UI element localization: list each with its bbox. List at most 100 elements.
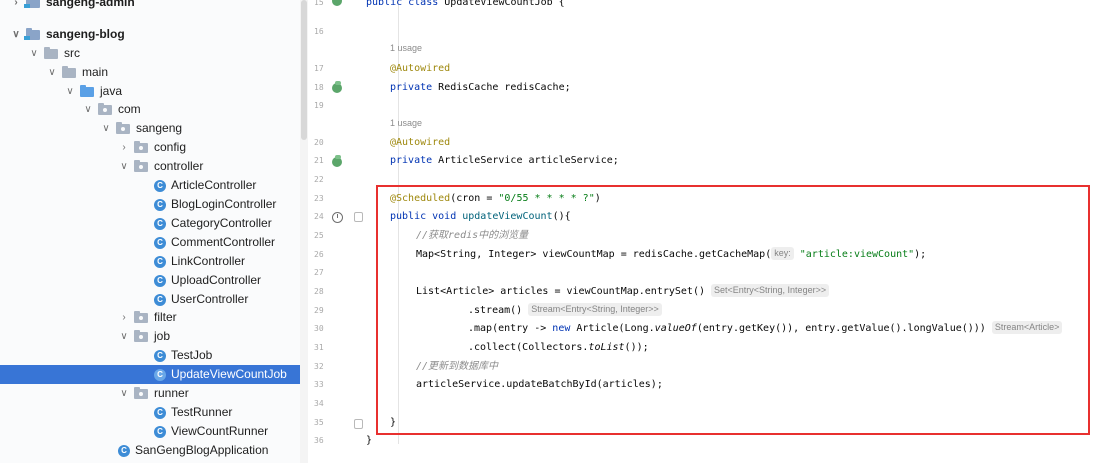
chevron-down-icon[interactable]: ∨ (100, 119, 112, 138)
package-icon (134, 160, 148, 172)
tree-item-usercontroller[interactable]: C UserController (0, 290, 300, 309)
line-number: 23 (314, 194, 324, 203)
tree-item-viewcountrunner[interactable]: C ViewCountRunner (0, 422, 300, 441)
line-number: 20 (314, 138, 324, 147)
code-text: ) (594, 193, 601, 204)
package-icon (98, 103, 112, 115)
tree-item-label: UserController (171, 292, 249, 306)
chevron-down-icon[interactable]: ∨ (46, 63, 58, 82)
tree-item-label: TestRunner (171, 405, 233, 419)
tree-item-sangeng-blog[interactable]: ∨ sangeng-blog (0, 25, 300, 44)
tree-item-src[interactable]: ∨ src (0, 44, 300, 63)
tree-item-filter[interactable]: › filter (0, 308, 300, 327)
tree-item-uploadcontroller[interactable]: C UploadController (0, 271, 300, 290)
class-icon: C (154, 199, 166, 211)
fold-toggle-icon[interactable] (354, 419, 363, 429)
code-text: List<Article> articles = viewCountMap.en… (416, 286, 705, 297)
package-icon (134, 311, 148, 323)
code-line-28[interactable]: List<Article> articles = viewCountMap.en… (416, 283, 830, 301)
chevron-right-icon[interactable]: › (118, 138, 130, 157)
code-text: ()); (624, 342, 649, 353)
tree-item-sangeng-admin[interactable]: › sangeng-admin (0, 0, 300, 12)
code-line-29[interactable]: .stream() Stream<Entry<String, Integer>> (468, 302, 662, 320)
usage-hint[interactable]: 1 usage (390, 114, 422, 132)
tree-item-sangeng[interactable]: ∨ sangeng (0, 119, 300, 138)
bean-icon[interactable] (332, 81, 342, 93)
code-line-30[interactable]: .map(entry -> new Article(Long.valueOf(e… (468, 320, 1063, 338)
bean-icon[interactable] (332, 155, 342, 167)
chevron-down-icon[interactable]: ∨ (28, 44, 40, 63)
tree-item-label: UpdateViewCountJob (171, 367, 287, 381)
chevron-down-icon[interactable]: ∨ (118, 157, 130, 176)
class-icon: C (154, 218, 166, 230)
tree-item-controller[interactable]: ∨ controller (0, 157, 300, 176)
tree-item-label: main (82, 65, 109, 79)
tree-item-updateviewcountjob[interactable]: C UpdateViewCountJob (0, 365, 300, 384)
code-line-35[interactable]: } (390, 414, 396, 432)
keyword: private (390, 82, 439, 93)
tree-item-label: controller (154, 159, 204, 173)
code-text: ); (914, 249, 927, 260)
tree-item-commentcontroller[interactable]: C CommentController (0, 233, 300, 252)
usage-hint[interactable]: 1 usage (390, 39, 422, 57)
chevron-right-icon[interactable]: › (10, 0, 22, 12)
annotation: @Scheduled (390, 193, 451, 204)
line-number: 30 (314, 324, 324, 333)
line-number: 19 (314, 101, 324, 110)
line-number: 32 (314, 362, 324, 371)
code-text: Map<String, Integer> viewCountMap = redi… (416, 249, 772, 260)
tree-item-label: SanGengBlogApplication (135, 443, 269, 457)
tree-item-runner[interactable]: ∨ runner (0, 384, 300, 403)
tree-item-bloglogincontroller[interactable]: C BlogLoginController (0, 195, 300, 214)
code-line-36[interactable]: } (366, 432, 372, 450)
tree-item-articlecontroller[interactable]: C ArticleController (0, 176, 300, 195)
tree-item-label: CategoryController (171, 216, 272, 230)
code-line-26[interactable]: Map<String, Integer> viewCountMap = redi… (416, 246, 926, 264)
chevron-right-icon[interactable]: › (118, 308, 130, 327)
code-line-24[interactable]: public void updateViewCount(){ (390, 208, 571, 226)
chevron-down-icon[interactable]: ∨ (118, 384, 130, 403)
code-line-25[interactable]: //获取redis中的浏览量 (416, 227, 528, 245)
tree-item-testrunner[interactable]: C TestRunner (0, 403, 300, 422)
package-icon (116, 122, 130, 134)
fold-toggle-icon[interactable] (354, 212, 363, 222)
chevron-down-icon[interactable]: ∨ (118, 327, 130, 346)
tree-item-categorycontroller[interactable]: C CategoryController (0, 214, 300, 233)
tree-item-java[interactable]: ∨ java (0, 82, 300, 101)
class-icon: C (154, 180, 166, 192)
line-number: 22 (314, 175, 324, 184)
code-line-18[interactable]: private RedisCache redisCache; (390, 79, 571, 97)
tree-scrollbar[interactable] (300, 0, 308, 463)
class-icon: C (154, 350, 166, 362)
annotation: @Autowired (390, 63, 451, 74)
folder-icon (24, 28, 40, 40)
code-line-17[interactable]: @Autowired (390, 60, 450, 78)
line-number: 25 (314, 231, 324, 240)
scheduled-clock-icon[interactable] (332, 212, 343, 223)
code-line-20[interactable]: @Autowired (390, 134, 450, 152)
tree-item-label: LinkController (171, 254, 246, 268)
code-line-33[interactable]: articleService.updateBatchById(articles)… (416, 376, 663, 394)
class-icon: C (154, 426, 166, 438)
chevron-down-icon[interactable]: ∨ (82, 100, 94, 119)
tree-item-main[interactable]: ∨ main (0, 63, 300, 82)
tree-scrollbar-thumb[interactable] (301, 0, 307, 140)
tree-item-testjob[interactable]: C TestJob (0, 346, 300, 365)
line-number: 16 (314, 27, 324, 36)
chevron-down-icon[interactable]: ∨ (64, 82, 76, 101)
tree-item-sangengblogapplication[interactable]: C SanGengBlogApplication (0, 441, 300, 460)
code-line-15[interactable]: public class UpdateViewCountJob { (366, 0, 565, 12)
tree-item-job[interactable]: ∨ job (0, 327, 300, 346)
tree-item-label: filter (154, 310, 177, 324)
chevron-down-icon[interactable]: ∨ (10, 25, 22, 44)
code-line-23[interactable]: @Scheduled(cron = "0/55 * * * * ?") (390, 190, 601, 208)
code-line-21[interactable]: private ArticleService articleService; (390, 152, 619, 170)
code-line-31[interactable]: .collect(Collectors.toList()); (468, 339, 649, 357)
code-line-32[interactable]: //更新到数据库中 (416, 358, 498, 376)
project-tree[interactable]: › sangeng-admin ∨ sangeng-blog ∨ src ∨ main ∨ jav… (0, 0, 301, 463)
tree-item-config[interactable]: › config (0, 138, 300, 157)
tree-item-linkcontroller[interactable]: C LinkController (0, 252, 300, 271)
folder-icon (80, 85, 94, 97)
tree-item-com[interactable]: ∨ com (0, 100, 300, 119)
tree-item-label: UploadController (171, 273, 262, 287)
